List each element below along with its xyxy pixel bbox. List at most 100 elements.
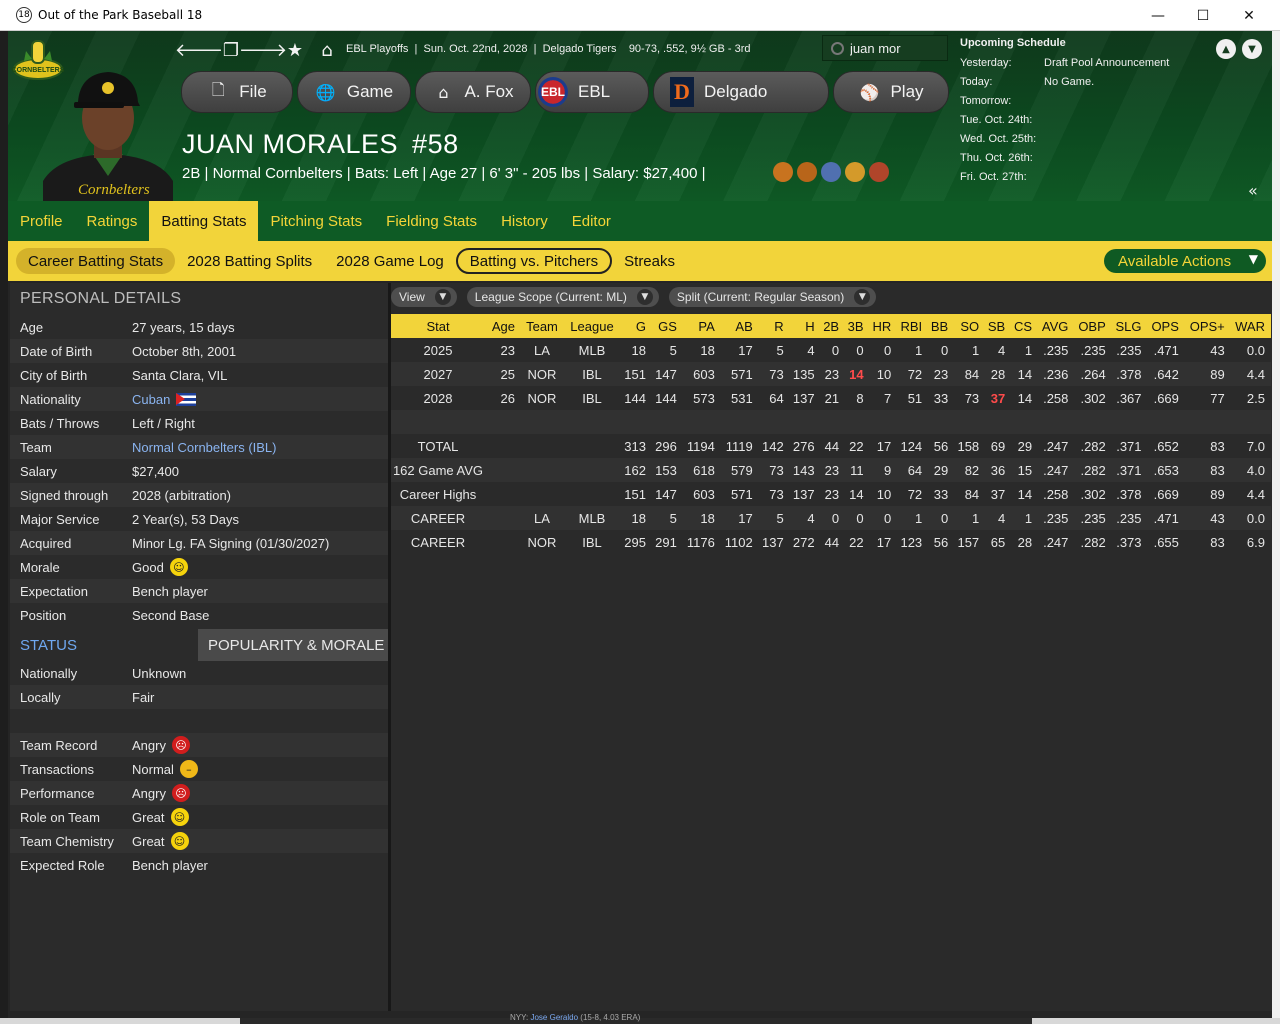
menu-play-button[interactable]: ⚾ Play <box>833 71 949 113</box>
column-header[interactable]: OPS+ <box>1184 314 1231 338</box>
nationality-link[interactable]: Cuban <box>132 392 170 407</box>
detail-row: Acquired Minor Lg. FA Signing (01/30/2027… <box>10 531 388 555</box>
column-header[interactable]: Stat <box>391 314 491 338</box>
table-cell <box>491 530 521 554</box>
table-cell: .264 <box>1074 362 1112 386</box>
table-row[interactable]: 2025 23 LA MLB 18 5 18 17 5 4 0 0 0 1 0 1 4 1.235.235.235… <box>391 338 1271 362</box>
collapse-panel-icon[interactable]: « <box>1248 181 1258 200</box>
table-cell: 33 <box>933 486 949 502</box>
column-header[interactable]: PA <box>682 314 721 338</box>
breadcrumb-playoffs[interactable]: EBL Playoffs <box>346 43 408 55</box>
column-header[interactable]: R <box>758 314 790 338</box>
column-header[interactable]: GS <box>651 314 683 338</box>
table-cell: MLB <box>578 342 606 358</box>
maximize-button[interactable]: ☐ <box>1180 0 1226 31</box>
league-scope-dropdown[interactable]: League Scope (Current: ML) ▼ <box>466 287 659 307</box>
column-header[interactable]: 2B <box>820 314 846 338</box>
table-row[interactable]: TOTAL 313 296 1194 1119 142 276 44 22 17 124 56 158 6… <box>391 434 1271 458</box>
schedule-up-icon[interactable]: ▲ <box>1216 39 1236 59</box>
back-arrow-icon[interactable]: 🡐 <box>175 39 223 61</box>
tab-editor[interactable]: Editor <box>560 201 623 241</box>
menu-team-button[interactable]: D Delgado <box>653 71 829 113</box>
column-header[interactable]: Team <box>521 314 569 338</box>
close-button[interactable]: ✕ <box>1226 0 1272 31</box>
column-header[interactable]: League <box>569 314 621 338</box>
column-header[interactable]: AB <box>720 314 759 338</box>
table-row[interactable]: Career Highs 151 147 603 571 73 137 23 14 10 72 33 8… <box>391 482 1271 506</box>
subtab-batting-vs-pitchers[interactable]: Batting vs. Pitchers <box>455 248 613 274</box>
view-dropdown[interactable]: View ▼ <box>391 287 457 307</box>
home-icon[interactable]: ⌂ <box>311 39 343 61</box>
table-cell <box>569 458 621 482</box>
schedule-arrows: ▲ ▼ <box>1216 39 1262 59</box>
star-icon[interactable]: ★ <box>279 39 311 61</box>
menu-game-button[interactable]: 🌐 Game <box>297 71 411 113</box>
table-cell: .471 <box>1147 506 1185 530</box>
nationality-value[interactable]: Cuban <box>132 392 197 407</box>
column-header[interactable]: SO <box>954 314 986 338</box>
subtab-career-batting[interactable]: Career Batting Stats <box>16 248 176 274</box>
table-row[interactable] <box>391 410 1271 434</box>
table-row[interactable]: 2027 25 NOR IBL 151 147 603 571 73 135 23 14 10 72 23 8… <box>391 362 1271 386</box>
table-row[interactable]: 2028 26 NOR IBL 144 144 573 531 64 137 21 8 7 51 33 73 3… <box>391 386 1271 410</box>
schedule-row: Tue. Oct. 24th: <box>960 110 1270 129</box>
tab-profile[interactable]: Profile <box>8 201 75 241</box>
window-scrollbar[interactable] <box>1272 31 1280 1018</box>
table-cell: .302 <box>1080 390 1106 406</box>
subtab-batting-splits[interactable]: 2028 Batting Splits <box>175 248 324 274</box>
column-header[interactable]: OPS <box>1147 314 1185 338</box>
tab-pitching-stats[interactable]: Pitching Stats <box>258 201 374 241</box>
column-header[interactable]: G <box>621 314 652 338</box>
column-header[interactable]: 3B <box>845 314 870 338</box>
schedule-down-icon[interactable]: ▼ <box>1242 39 1262 59</box>
status-value: Great ☺ <box>132 832 189 850</box>
menu-file-button[interactable]: 🗋 File <box>181 71 293 113</box>
table-cell: 10 <box>869 362 898 386</box>
tab-batting-stats[interactable]: Batting Stats <box>149 201 259 241</box>
table-cell: 17 <box>876 534 892 550</box>
subtab-game-log[interactable]: 2028 Game Log <box>324 248 456 274</box>
search-input[interactable] <box>850 40 940 56</box>
column-header[interactable]: AVG <box>1038 314 1075 338</box>
column-header[interactable]: SB <box>985 314 1012 338</box>
column-header[interactable]: RBI <box>897 314 929 338</box>
table-row[interactable]: CAREER LA MLB 18 5 18 17 5 4 0 0 0 1 0 1 4 1.235.235.235… <box>391 506 1271 530</box>
column-header[interactable]: OBP <box>1074 314 1112 338</box>
forward-arrow-icon[interactable]: 🡒 <box>239 39 287 61</box>
detail-label: Expectation <box>20 583 88 599</box>
column-header[interactable]: SLG <box>1111 314 1148 338</box>
player-name: JUAN MORALES #58 <box>182 129 459 160</box>
table-cell: 276 <box>792 438 815 454</box>
minimize-button[interactable]: — <box>1135 0 1181 31</box>
tab-ratings[interactable]: Ratings <box>75 201 150 241</box>
split-dropdown[interactable]: Split (Current: Regular Season) ▼ <box>668 287 877 307</box>
table-cell: 56 <box>933 534 949 550</box>
menu-league-button[interactable]: EBL EBL <box>535 71 649 113</box>
morale-value: Good ☺ <box>132 558 188 576</box>
breadcrumb-team[interactable]: Delgado Tigers <box>543 43 617 55</box>
tab-popularity-morale[interactable]: POPULARITY & MORALE <box>198 629 388 661</box>
tab-history[interactable]: History <box>489 201 560 241</box>
table-row[interactable]: 162 Game AVG 162 153 618 579 73 143 23 11 9 64 29 82… <box>391 458 1271 482</box>
tab-fielding-stats[interactable]: Fielding Stats <box>374 201 489 241</box>
status-row: Team Chemistry Great ☺ <box>10 829 388 853</box>
column-header[interactable]: WAR <box>1230 314 1271 338</box>
available-actions-button[interactable]: Available Actions ▼ <box>1104 249 1266 273</box>
menu-manager-button[interactable]: ⌂ A. Fox <box>415 71 531 113</box>
table-row[interactable]: CAREER NOR IBL 295 291 1176 1102 137 272 44 22 17 12… <box>391 530 1271 554</box>
detail-row: Age 27 years, 15 days <box>10 315 388 339</box>
subtab-streaks[interactable]: Streaks <box>612 248 687 274</box>
table-cell: CAREER <box>391 506 491 530</box>
breadcrumb: EBL Playoffs | Sun. Oct. 22nd, 2028 | De… <box>346 43 751 55</box>
column-header[interactable]: CS <box>1011 314 1039 338</box>
column-header[interactable]: H <box>789 314 821 338</box>
ticker-player-link[interactable]: Jose Geraldo <box>530 1013 578 1022</box>
tab-status[interactable]: STATUS <box>10 629 198 661</box>
tigers-logo-icon: D <box>670 77 694 107</box>
column-header[interactable]: BB <box>928 314 955 338</box>
team-link[interactable]: Normal Cornbelters (IBL) <box>132 440 277 455</box>
table-cell <box>1184 410 1231 434</box>
table-cell: 531 <box>731 390 753 406</box>
column-header[interactable]: HR <box>869 314 898 338</box>
column-header[interactable]: Age <box>491 314 521 338</box>
